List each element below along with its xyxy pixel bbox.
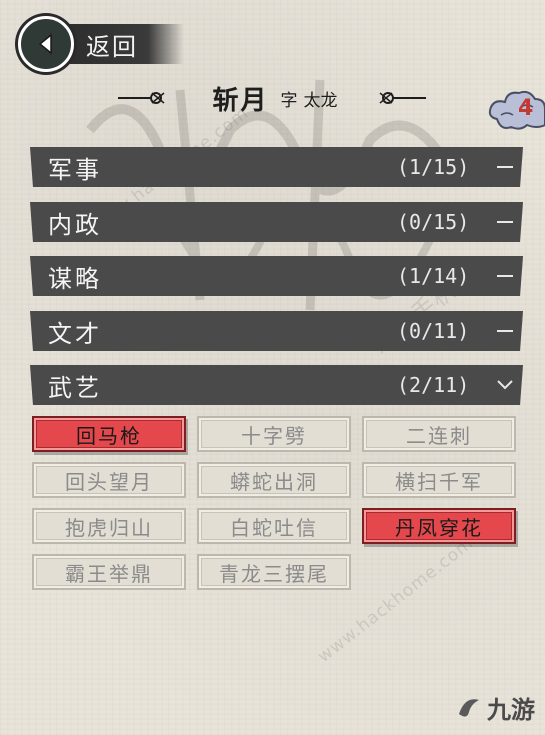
category-politics[interactable]: 内政 (0/15) (30, 202, 523, 242)
brand-logo-icon (459, 698, 479, 717)
zi-label: 字 (280, 90, 298, 111)
collapse-icon[interactable] (487, 330, 523, 332)
category-literature[interactable]: 文才 (0/11) (30, 311, 523, 351)
category-name: 军事 (48, 155, 102, 184)
category-martial-arts[interactable]: 武艺 (2/11) (30, 365, 523, 405)
category-name: 武艺 (48, 373, 102, 402)
collapse-icon[interactable] (487, 275, 523, 277)
skill-button[interactable]: 青龙三摆尾 (197, 554, 351, 590)
general-name: 斩月 (212, 85, 269, 116)
skill-button[interactable]: 回头望月 (32, 462, 186, 498)
collapse-icon[interactable] (487, 221, 523, 223)
category-progress: (0/11) (397, 319, 470, 343)
category-progress: (1/14) (397, 264, 470, 288)
back-arrow-icon[interactable] (18, 16, 74, 72)
skill-button[interactable]: 白蛇吐信 (197, 508, 351, 544)
back-button[interactable]: 返回 (18, 16, 188, 72)
category-military[interactable]: 军事 (1/15) (30, 147, 523, 187)
category-name: 谋略 (48, 264, 102, 293)
skill-button[interactable]: 十字劈 (197, 416, 351, 452)
cloud-badge-icon[interactable] (487, 85, 545, 135)
skill-button[interactable]: 丹凤穿花 (362, 508, 516, 544)
general-alias: 太龙 (303, 90, 338, 111)
brand-text: 九游 (487, 696, 535, 724)
back-label[interactable]: 返回 (86, 27, 138, 62)
skill-button[interactable]: 抱虎归山 (32, 508, 186, 544)
skill-button[interactable]: 横扫千军 (362, 462, 516, 498)
skill-button[interactable]: 二连刺 (362, 416, 516, 452)
general-title: 斩月 字 太龙 (120, 80, 430, 116)
category-name: 文才 (48, 319, 102, 348)
chevron-down-icon[interactable] (487, 379, 523, 391)
category-name: 内政 (48, 210, 102, 239)
skill-button[interactable]: 回马枪 (32, 416, 186, 452)
skill-button[interactable]: 蟒蛇出洞 (197, 462, 351, 498)
category-strategy[interactable]: 谋略 (1/14) (30, 256, 523, 296)
category-progress: (0/15) (397, 210, 470, 234)
skill-button[interactable]: 霸王举鼎 (32, 554, 186, 590)
collapse-icon[interactable] (487, 166, 523, 168)
back-label-bar[interactable]: 返回 (64, 24, 184, 64)
cloud-badge-count: 4 (518, 96, 534, 121)
category-progress: (2/11) (397, 373, 470, 397)
category-progress: (1/15) (397, 155, 470, 179)
brand-watermark: 九游 (455, 690, 535, 725)
